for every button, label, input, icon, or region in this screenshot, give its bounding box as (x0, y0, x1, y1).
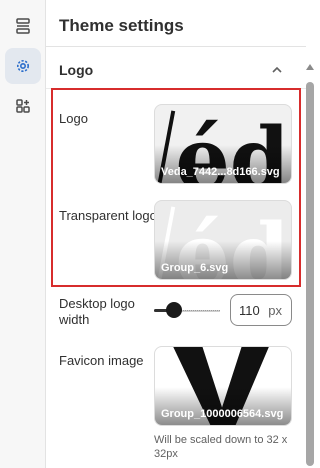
scroll-up-arrow-icon[interactable] (306, 64, 314, 70)
sections-button[interactable] (5, 8, 41, 44)
icon-rail (0, 0, 46, 468)
apps-icon (16, 99, 30, 113)
width-value: 110 (239, 303, 260, 318)
favicon-image-picker[interactable]: Group_1000006564.svg (154, 346, 292, 426)
chevron-up-icon[interactable] (270, 63, 284, 77)
panel-title: Theme settings (59, 16, 184, 35)
gear-icon (17, 60, 29, 72)
desktop-logo-width-label: Desktop logo width (59, 296, 135, 327)
favicon-hint: Will be scaled down to 32 x 32px (154, 434, 288, 460)
favicon-filename: Group_1000006564.svg (161, 408, 284, 420)
transparent-logo-filename: Group_6.svg (161, 262, 229, 274)
transparent-logo-label: Transparent logo (59, 208, 157, 223)
scrollbar[interactable] (304, 64, 315, 468)
width-slider-handle[interactable] (166, 302, 182, 318)
logo-filename: Veda_7442...8d166.svg (161, 166, 280, 178)
scrollbar-thumb[interactable] (306, 82, 314, 466)
width-unit: px (268, 303, 282, 318)
section-title: Logo (59, 62, 94, 78)
logo-label: Logo (59, 111, 88, 126)
theme-settings-button[interactable] (5, 48, 41, 84)
settings-panel: Theme settings Logo Logo éd Veda_7442...… (46, 0, 315, 468)
logo-image-picker[interactable]: éd Veda_7442...8d166.svg (154, 104, 292, 184)
width-input[interactable]: 110 px (230, 294, 292, 326)
header-divider (46, 46, 306, 47)
transparent-logo-picker[interactable]: éd Group_6.svg (154, 200, 292, 280)
sections-icon (16, 18, 30, 34)
favicon-label: Favicon image (59, 353, 144, 368)
app-embeds-button[interactable] (5, 88, 41, 124)
